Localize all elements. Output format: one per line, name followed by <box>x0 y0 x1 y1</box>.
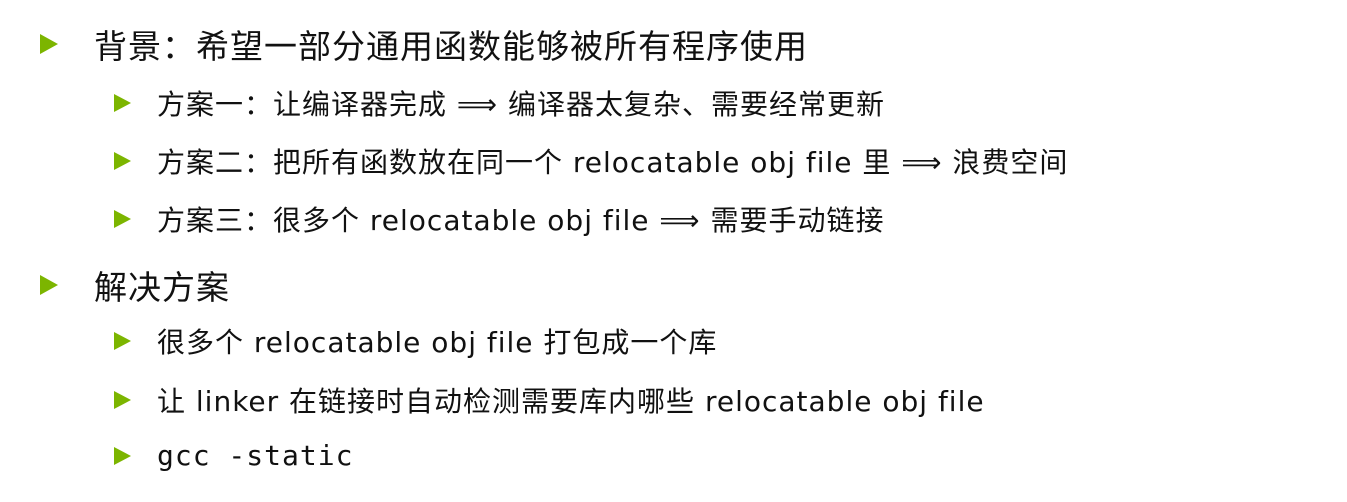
triangle-bullet-icon <box>114 94 131 112</box>
sub-bullet-text: gcc -static <box>157 439 354 472</box>
slide: 背景：希望一部分通用函数能够被所有程序使用 方案一：让编译器完成 ⟹ 编译器太复… <box>0 0 1347 502</box>
triangle-bullet-icon <box>40 34 58 54</box>
sub-bullet-text: 方案二：把所有函数放在同一个 relocatable obj file 里 ⟹ … <box>157 146 1069 179</box>
triangle-bullet-icon <box>40 275 58 295</box>
triangle-bullet-icon <box>114 210 131 228</box>
sub-bullet-text: 很多个 relocatable obj file 打包成一个库 <box>157 326 718 359</box>
sub-bullet-text: 方案一：让编译器完成 ⟹ 编译器太复杂、需要经常更新 <box>157 88 885 121</box>
bullet-text: 背景：希望一部分通用函数能够被所有程序使用 <box>94 27 808 66</box>
triangle-bullet-icon <box>114 152 131 170</box>
sub-bullet-text: 让 linker 在链接时自动检测需要库内哪些 relocatable obj … <box>157 385 985 418</box>
sub-bullet-text: 方案三：很多个 relocatable obj file ⟹ 需要手动链接 <box>157 204 885 237</box>
sub-bullet-plan-one: 方案一：让编译器完成 ⟹ 编译器太复杂、需要经常更新 <box>114 83 885 123</box>
sub-bullet-pack-library: 很多个 relocatable obj file 打包成一个库 <box>114 321 717 361</box>
sub-bullet-plan-three: 方案三：很多个 relocatable obj file ⟹ 需要手动链接 <box>114 199 884 239</box>
triangle-bullet-icon <box>114 446 131 465</box>
sub-bullet-linker-detect: 让 linker 在链接时自动检测需要库内哪些 relocatable obj … <box>114 380 985 420</box>
bullet-text: 解决方案 <box>94 268 230 307</box>
triangle-bullet-icon <box>114 332 131 350</box>
bullet-solution: 解决方案 <box>40 261 230 309</box>
sub-bullet-plan-two: 方案二：把所有函数放在同一个 relocatable obj file 里 ⟹ … <box>114 141 1068 181</box>
triangle-bullet-icon <box>114 391 131 409</box>
bullet-background: 背景：希望一部分通用函数能够被所有程序使用 <box>40 20 808 68</box>
sub-bullet-gcc-static: gcc -static <box>114 439 353 472</box>
